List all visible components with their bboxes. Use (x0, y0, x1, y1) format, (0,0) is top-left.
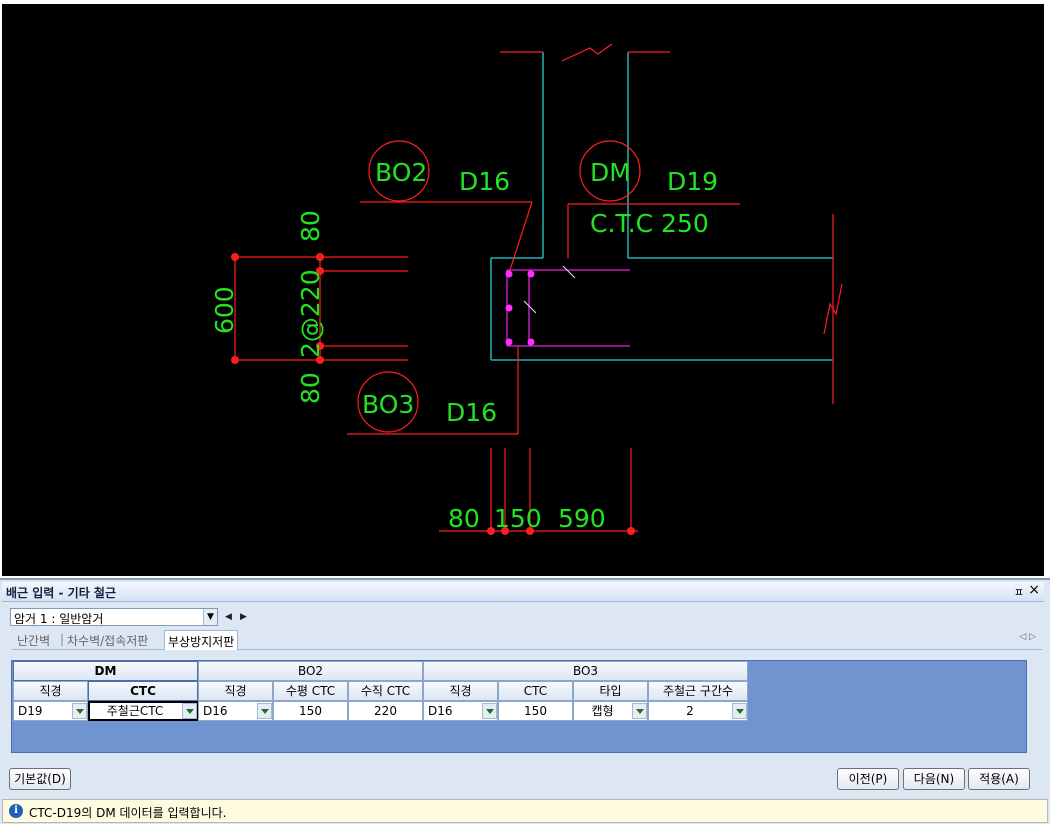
bo3-count-value: 2 (686, 704, 694, 718)
dim-150-h: 150 (494, 504, 542, 533)
dim-80-top: 80 (296, 210, 325, 242)
tab-cutoff-wall[interactable]: 차수벽/접속저판 (64, 632, 151, 649)
chevron-down-icon[interactable] (732, 703, 747, 719)
dm-ctc-value: 주철근CTC (106, 704, 164, 718)
col-header-dm-dia: 직경 (13, 681, 88, 701)
chevron-down-icon[interactable] (257, 703, 272, 719)
bo3-type-select[interactable]: 캡형 (573, 701, 648, 721)
chevron-down-icon[interactable] (632, 703, 647, 719)
bo3-count-select[interactable]: 2 (648, 701, 748, 721)
dm-ctc-select[interactable]: 주철근CTC (88, 701, 198, 721)
dim-80-h: 80 (448, 504, 480, 533)
pin-icon[interactable]: ㅍ (1014, 584, 1024, 600)
rebar-dots (505, 270, 535, 346)
default-button[interactable]: 기본값(D) (9, 768, 71, 790)
dim-600: 600 (210, 286, 239, 334)
chevron-down-icon[interactable] (482, 703, 497, 719)
status-bar: i CTC-D19의 DM 데이터를 입력합니다. (2, 799, 1048, 823)
col-header-bo3-ctc: CTC (498, 681, 573, 701)
label-d16-top: D16 (459, 167, 510, 196)
group-header-bo2: BO2 (198, 661, 423, 681)
wall-outline (490, 52, 833, 361)
group-header-dm: DM (13, 661, 198, 681)
bo3-dia-value: D16 (428, 704, 453, 718)
prev-button[interactable]: 이전(P) (837, 768, 899, 790)
tab-parapet[interactable]: 난간벽 (14, 632, 53, 649)
bo3-dia-select[interactable]: D16 (423, 701, 498, 721)
dimension-lines (234, 43, 843, 534)
drawing-area: BO2 DM BO3 D16 D19 C.T.C 250 D16 80 150 … (0, 0, 1050, 578)
chevron-down-icon[interactable] (72, 703, 87, 719)
culvert-select[interactable]: 암거 1 : 일반암거 ▼ (10, 608, 218, 626)
bo2-dia-value: D16 (203, 704, 228, 718)
dm-dia-value: D19 (18, 704, 43, 718)
col-header-bo2-hctc: 수평 CTC (273, 681, 348, 701)
cad-canvas[interactable]: BO2 DM BO3 D16 D19 C.T.C 250 D16 80 150 … (2, 4, 1044, 576)
tab-uplift-slab[interactable]: 부상방지저판 (164, 630, 239, 650)
tag-bo3-text: BO3 (362, 390, 414, 419)
rebar-grid: DM BO2 BO3 직경 CTC 직경 수평 CTC 수직 CTC 직경 CT… (11, 660, 1027, 753)
panel-title: 배근 입력 - 기타 철근 (6, 586, 117, 600)
dim-2at220: 2@220 (296, 269, 325, 358)
tag-dm-text: DM (590, 158, 631, 187)
culvert-select-value: 암거 1 : 일반암거 (14, 612, 104, 626)
bo3-type-value: 캡형 (591, 704, 614, 718)
label-ctc250: C.T.C 250 (590, 209, 709, 238)
bo2-vctc-field[interactable]: 220 (348, 701, 423, 721)
col-header-bo3-type: 타입 (573, 681, 648, 701)
col-header-bo3-dia: 직경 (423, 681, 498, 701)
group-header-bo3: BO3 (423, 661, 748, 681)
col-header-bo3-count: 주철근 구간수 (648, 681, 748, 701)
bo3-ctc-field[interactable]: 150 (498, 701, 573, 721)
panel-titlebar: 배근 입력 - 기타 철근 ㅍ × (2, 582, 1044, 602)
prev-item-icon[interactable]: ◀ (222, 610, 235, 625)
info-icon: i (9, 804, 23, 818)
chevron-down-icon[interactable] (182, 703, 197, 719)
apply-button[interactable]: 적용(A) (968, 768, 1030, 790)
dimension-dots (231, 253, 635, 535)
tab-scroll-icon[interactable]: ◁ ▷ (1019, 632, 1036, 642)
col-header-bo2-vctc: 수직 CTC (348, 681, 423, 701)
rebar-input-panel: 배근 입력 - 기타 철근 ㅍ × 암거 1 : 일반암거 ▼ ◀ ▶ 난간벽 … (0, 578, 1050, 824)
next-button[interactable]: 다음(N) (903, 768, 965, 790)
dim-590-h: 590 (558, 504, 606, 533)
label-d16-bottom: D16 (446, 398, 497, 427)
dm-dia-select[interactable]: D19 (13, 701, 88, 721)
close-icon[interactable]: × (1028, 582, 1040, 598)
rebar-lines (506, 269, 630, 347)
bo2-dia-select[interactable]: D16 (198, 701, 273, 721)
col-header-bo2-dia: 직경 (198, 681, 273, 701)
tag-bo2-text: BO2 (375, 158, 427, 187)
label-d19: D19 (667, 167, 718, 196)
chevron-down-icon[interactable]: ▼ (203, 609, 217, 625)
bo2-hctc-field[interactable]: 150 (273, 701, 348, 721)
tab-bar: 난간벽 | 차수벽/접속저판 부상방지저판 (12, 630, 1042, 650)
status-message: CTC-D19의 DM 데이터를 입력합니다. (29, 806, 227, 820)
next-item-icon[interactable]: ▶ (237, 610, 250, 625)
col-header-dm-ctc: CTC (88, 681, 198, 701)
dim-80-bottom: 80 (296, 372, 325, 404)
